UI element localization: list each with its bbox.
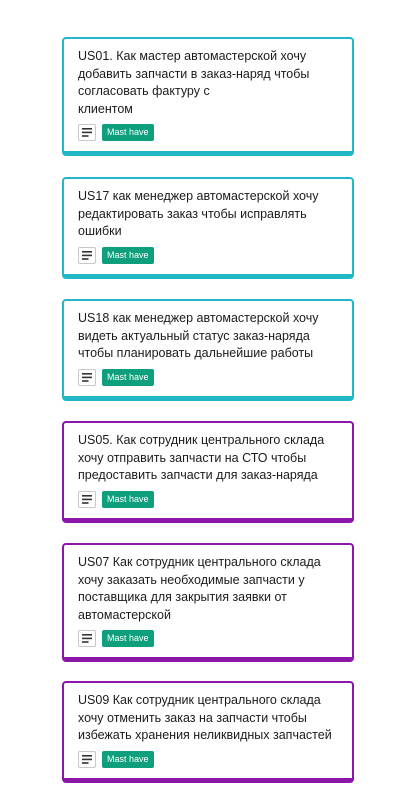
card-footer: Mast have: [78, 368, 340, 386]
description-icon: [78, 246, 96, 264]
card-title: US07 Как сотрудник центрального склада х…: [78, 555, 321, 622]
card-us01[interactable]: US01. Как мастер автомастерской хочу доб…: [62, 37, 354, 156]
card-us07[interactable]: US07 Как сотрудник центрального склада х…: [62, 543, 354, 662]
description-icon: [78, 750, 96, 768]
label-badge: Mast have: [102, 246, 154, 264]
description-icon: [78, 368, 96, 386]
card-title: US17 как менеджер автомастерской хочу ре…: [78, 189, 319, 238]
description-icon: [78, 630, 96, 647]
card-footer: Mast have: [78, 630, 340, 647]
card-title: US01. Как мастер автомастерской хочу доб…: [78, 49, 310, 116]
label-badge: Mast have: [102, 124, 154, 141]
card-title: US09 Как сотрудник центрального склада х…: [78, 693, 332, 742]
description-icon: [78, 124, 96, 141]
card-us17[interactable]: US17 как менеджер автомастерской хочу ре…: [62, 177, 354, 279]
card-us09[interactable]: US09 Как сотрудник центрального склада х…: [62, 681, 354, 783]
label-badge: Mast have: [102, 630, 154, 647]
description-icon: [78, 490, 96, 508]
card-footer: Mast have: [78, 124, 340, 141]
card-title: US05. Как сотрудник центрального склада …: [78, 433, 325, 482]
label-badge: Mast have: [102, 750, 154, 768]
card-title: US18 как менеджер автомастерской хочу ви…: [78, 311, 319, 360]
label-badge: Mast have: [102, 368, 154, 386]
card-footer: Mast have: [78, 490, 340, 508]
label-badge: Mast have: [102, 490, 154, 508]
card-footer: Mast have: [78, 750, 340, 768]
card-us18[interactable]: US18 как менеджер автомастерской хочу ви…: [62, 299, 354, 401]
card-footer: Mast have: [78, 246, 340, 264]
card-us05[interactable]: US05. Как сотрудник центрального склада …: [62, 421, 354, 523]
